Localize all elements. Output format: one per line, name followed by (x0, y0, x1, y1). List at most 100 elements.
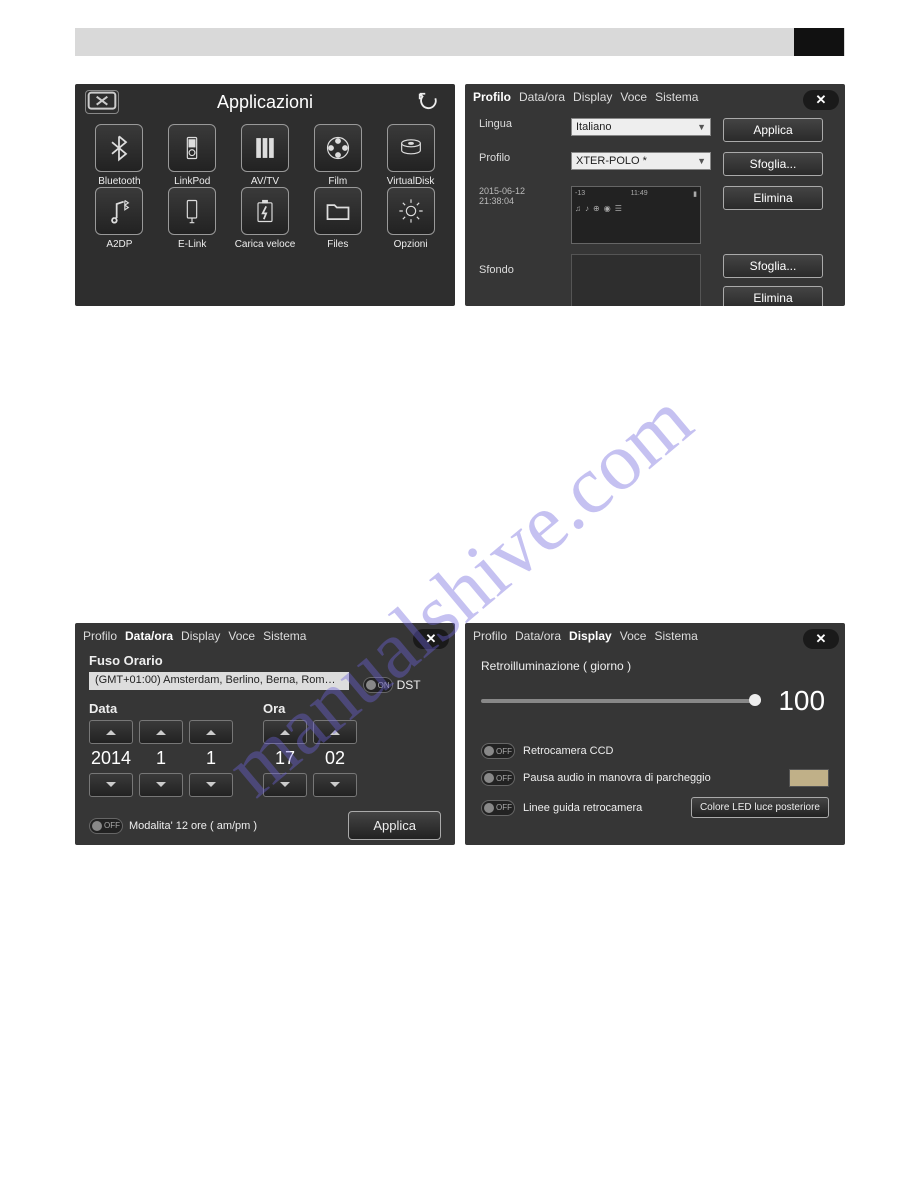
mode12-toggle[interactable]: OFF (89, 818, 123, 834)
header-tab (794, 28, 844, 56)
day-value: 1 (189, 748, 233, 769)
close-button[interactable]: ✕ (803, 90, 839, 110)
app-label: AV/TV (251, 176, 279, 187)
ccd-label: Retrocamera CCD (523, 745, 613, 757)
parking-audio-toggle[interactable]: OFF (481, 770, 515, 786)
app-linkpod[interactable]: LinkPod (156, 124, 229, 187)
slider-thumb[interactable] (749, 694, 761, 706)
tab-voce[interactable]: Voce (620, 90, 647, 104)
app-film[interactable]: Film (301, 124, 374, 187)
profilo-label: Profilo (479, 152, 559, 164)
year-up-button[interactable] (89, 720, 133, 744)
close-button[interactable]: ✕ (413, 629, 449, 649)
tab-profilo[interactable]: Profilo (473, 629, 507, 643)
back-button[interactable] (411, 90, 445, 114)
app-label: Opzioni (394, 239, 428, 250)
month-up-button[interactable] (139, 720, 183, 744)
back-arrow-icon (417, 91, 439, 113)
hour-down-button[interactable] (263, 773, 307, 797)
app-fastcharge[interactable]: Carica veloce (229, 187, 302, 250)
gear-icon (397, 197, 425, 225)
mode12-label: Modalita' 12 ore ( am/pm ) (129, 820, 257, 832)
chevron-down-icon (278, 780, 292, 790)
backlight-slider[interactable] (481, 699, 761, 703)
data-label: Data (89, 701, 233, 716)
close-icon: ✕ (426, 631, 437, 647)
tab-voce[interactable]: Voce (228, 629, 255, 643)
profile-thumbnail: -1311:49▮ ♫♪⊕◉☰ (571, 186, 701, 244)
fuso-label: Fuso Orario (89, 653, 441, 668)
day-down-button[interactable] (189, 773, 233, 797)
display-settings-screen: Profilo Data/ora Display Voce Sistema ✕ … (465, 623, 845, 845)
hour-value: 17 (263, 748, 307, 769)
tab-sistema[interactable]: Sistema (655, 90, 698, 104)
tab-profilo[interactable]: Profilo (473, 90, 511, 104)
close-icon: ✕ (816, 92, 827, 108)
year-down-button[interactable] (89, 773, 133, 797)
tab-voce[interactable]: Voce (620, 629, 647, 643)
parking-audio-label: Pausa audio in manovra di parcheggio (523, 772, 711, 784)
dropdown-icon: ▼ (697, 156, 706, 166)
minute-down-button[interactable] (313, 773, 357, 797)
app-label: Carica veloce (235, 239, 296, 250)
elimina-button-1[interactable]: Elimina (723, 186, 823, 210)
sfoglia-button-1[interactable]: Sfoglia... (723, 152, 823, 176)
tab-dataora[interactable]: Data/ora (519, 90, 565, 104)
profilo-value: XTER-POLO * (576, 155, 647, 167)
backlight-label: Retroilluminazione ( giorno ) (481, 659, 829, 673)
chevron-down-icon (328, 780, 342, 790)
datetime-settings-screen: Profilo Data/ora Display Voce Sistema ✕ … (75, 623, 455, 845)
screen-title: Applicazioni (217, 92, 313, 113)
tab-profilo[interactable]: Profilo (83, 629, 117, 643)
lingua-select[interactable]: Italiano▼ (571, 118, 711, 136)
disk-stack-icon (397, 134, 425, 162)
folder-icon (324, 197, 352, 225)
app-elink[interactable]: E-Link (156, 187, 229, 250)
screen-x-icon (86, 90, 118, 114)
applica-button[interactable]: Applica (723, 118, 823, 142)
tab-display[interactable]: Display (569, 629, 612, 643)
tab-display[interactable]: Display (573, 90, 612, 104)
led-color-button[interactable]: Colore LED luce posteriore (691, 797, 829, 818)
chevron-up-icon (104, 727, 118, 737)
tab-sistema[interactable]: Sistema (654, 629, 697, 643)
settings-tabs: Profilo Data/ora Display Voce Sistema (465, 84, 845, 110)
app-label: E-Link (178, 239, 206, 250)
month-value: 1 (139, 748, 183, 769)
sfondo-thumbnail (571, 254, 701, 306)
tab-display[interactable]: Display (181, 629, 220, 643)
app-files[interactable]: Files (301, 187, 374, 250)
thumb-time: 11:49 (631, 190, 648, 198)
guidelines-toggle[interactable]: OFF (481, 800, 515, 816)
month-down-button[interactable] (139, 773, 183, 797)
sfoglia-button-2[interactable]: Sfoglia... (723, 254, 823, 278)
tab-sistema[interactable]: Sistema (263, 629, 306, 643)
ipod-icon (178, 134, 206, 162)
lingua-value: Italiano (576, 121, 611, 133)
tab-dataora[interactable]: Data/ora (125, 629, 173, 643)
hour-up-button[interactable] (263, 720, 307, 744)
app-bluetooth[interactable]: Bluetooth (83, 124, 156, 187)
phone-usb-icon (178, 197, 206, 225)
app-options[interactable]: Opzioni (374, 187, 447, 250)
minute-up-button[interactable] (313, 720, 357, 744)
profilo-select[interactable]: XTER-POLO * ▼ (571, 152, 711, 170)
timezone-select[interactable]: (GMT+01:00) Amsterdam, Berlino, Berna, R… (89, 672, 349, 690)
sfondo-label: Sfondo (479, 264, 559, 276)
app-virtualdisk[interactable]: VirtualDisk (374, 124, 447, 187)
close-button[interactable] (85, 90, 119, 114)
chevron-up-icon (278, 727, 292, 737)
minute-value: 02 (313, 748, 357, 769)
app-label: VirtualDisk (387, 176, 435, 187)
tab-dataora[interactable]: Data/ora (515, 629, 561, 643)
close-button[interactable]: ✕ (803, 629, 839, 649)
dst-toggle[interactable]: ON (363, 677, 393, 693)
ccd-toggle[interactable]: OFF (481, 743, 515, 759)
chevron-up-icon (154, 727, 168, 737)
app-a2dp[interactable]: A2DP (83, 187, 156, 250)
elimina-button-2[interactable]: Elimina (723, 286, 823, 306)
applica-button[interactable]: Applica (348, 811, 441, 840)
backlight-value: 100 (778, 685, 825, 716)
app-avtv[interactable]: AV/TV (229, 124, 302, 187)
day-up-button[interactable] (189, 720, 233, 744)
